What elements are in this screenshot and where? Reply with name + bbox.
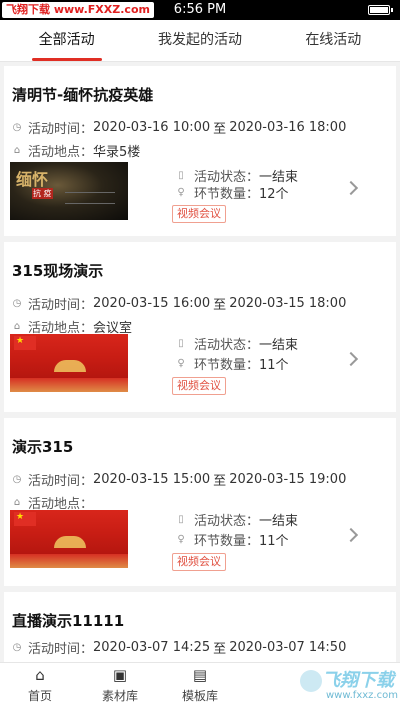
bulb-icon: ♀ [177,534,185,545]
place-label: 活动地点： [28,145,94,160]
thumbnail-decoration [65,192,115,204]
template-icon: ▤ [192,666,208,684]
archive-icon: ▣ [112,666,128,684]
activity-time-row: ◷ 活动时间： 2020-03-07 14:25 至 2020-03-07 14… [12,638,347,657]
activity-time-row: ◷ 活动时间： 2020-03-15 16:00 至 2020-03-15 18… [12,294,347,313]
start-time: 2020-03-16 10:00 [93,120,211,135]
video-meeting-badge: 视频会议 [172,553,226,571]
logo-url: www.fxxz.com [326,690,398,701]
activity-card[interactable]: 演示315 ◷ 活动时间： 2020-03-15 15:00 至 2020-03… [4,418,396,586]
status-value: 一结束 [259,514,299,529]
nav-materials[interactable]: ▣ 素材库 [80,663,160,711]
home-outline-icon: ⌂ [13,496,21,508]
bulb-icon: ♀ [177,358,185,369]
to-label: 至 [213,474,227,489]
chevron-right-icon[interactable] [343,351,359,367]
activity-card[interactable]: 清明节-缅怀抗疫英雄 ◷ 活动时间： 2020-03-16 10:00 至 20… [4,66,396,236]
wave-shape [10,554,128,568]
home-outline-icon: ⌂ [13,320,21,332]
count-value: 11个 [259,358,289,373]
start-time: 2020-03-15 15:00 [93,472,211,487]
count-value: 11个 [259,534,289,549]
chevron-right-icon[interactable] [343,527,359,543]
download-site-logo: 飞翔下载 www.fxxz.com [300,664,398,706]
activity-place-row: ⌂ 活动地点： 华录5楼 [12,141,140,160]
home-outline-icon: ⌂ [13,144,21,156]
thumbnail-calligraphy: 缅怀 [16,170,49,189]
nav-templates-label: 模板库 [181,689,218,703]
count-label: 环节数量： [194,358,260,373]
star-icon: ★ [16,336,25,346]
time-label: 活动时间： [28,642,94,657]
clipboard-icon: ▯ [178,170,184,181]
clock-icon: ◷ [12,297,22,309]
end-time: 2020-03-16 18:00 [229,120,347,135]
tab-my-activities[interactable]: 我发起的活动 [133,20,266,61]
star-icon: ★ [16,512,25,522]
clock-icon: ◷ [12,473,22,485]
status-time: 6:56 PM [173,2,227,17]
start-time: 2020-03-07 14:25 [93,640,211,655]
start-time: 2020-03-15 16:00 [93,296,211,311]
activity-count-row: ♀ 环节数量： 11个 [176,530,289,549]
count-label: 环节数量： [194,187,260,202]
activity-title: 清明节-缅怀抗疫英雄 [12,86,154,104]
activity-list: 清明节-缅怀抗疫英雄 ◷ 活动时间： 2020-03-16 10:00 至 20… [0,62,400,662]
time-label: 活动时间： [28,474,94,489]
tab-online-activities[interactable]: 在线活动 [267,20,400,61]
time-label: 活动时间： [28,298,94,313]
wave-shape [10,378,128,392]
activity-count-row: ♀ 环节数量： 11个 [176,354,289,373]
activity-status-row: ▯ 活动状态： 一结束 [176,334,298,353]
logo-title: 飞翔下载 [322,670,394,691]
to-label: 至 [213,642,227,657]
to-label: 至 [213,298,227,313]
time-label: 活动时间： [28,122,94,137]
home-icon: ⌂ [35,666,45,684]
status-bar: 飞翔下载 www.FXXZ.com 6:56 PM [0,0,400,20]
nav-templates[interactable]: ▤ 模板库 [160,663,240,711]
status-value: 一结束 [259,338,299,353]
activity-title: 直播演示11111 [12,612,125,630]
bulb-icon: ♀ [177,187,185,198]
activity-card[interactable]: 315现场演示 ◷ 活动时间： 2020-03-15 16:00 至 2020-… [4,242,396,412]
activity-title: 演示315 [12,438,74,456]
activity-card[interactable]: 直播演示11111 ◷ 活动时间： 2020-03-07 14:25 至 202… [4,592,396,662]
status-label: 活动状态： [194,338,260,353]
nav-home-label: 首页 [27,689,52,703]
clipboard-icon: ▯ [178,338,184,349]
activity-count-row: ♀ 环节数量： 12个 [176,183,289,202]
end-time: 2020-03-07 14:50 [229,640,347,655]
clipboard-icon: ▯ [178,514,184,525]
battery-icon [368,5,393,15]
chevron-right-icon[interactable] [343,180,359,196]
logo-emblem [300,670,322,692]
activity-thumbnail: ★ [10,334,128,392]
place-value: 华录5楼 [93,145,141,160]
hall-shape [54,536,86,548]
count-value: 12个 [259,187,289,202]
status-label: 活动状态： [194,514,260,529]
activity-status-row: ▯ 活动状态： 一结束 [176,510,298,529]
activity-time-row: ◷ 活动时间： 2020-03-15 15:00 至 2020-03-15 19… [12,470,347,489]
video-meeting-badge: 视频会议 [172,377,226,395]
activity-thumbnail: ★ [10,510,128,568]
tab-all-activities[interactable]: 全部活动 [0,20,133,61]
count-label: 环节数量： [194,534,260,549]
video-meeting-badge: 视频会议 [172,205,226,223]
thumbnail-seal: 抗 疫 [32,188,53,199]
battery-fill [370,7,388,13]
end-time: 2020-03-15 19:00 [229,472,347,487]
end-time: 2020-03-15 18:00 [229,296,347,311]
activity-tabs: 全部活动 我发起的活动 在线活动 [0,20,400,62]
activity-title: 315现场演示 [12,262,104,280]
to-label: 至 [213,122,227,137]
clock-icon: ◷ [12,121,22,133]
clock-icon: ◷ [12,641,22,653]
nav-materials-label: 素材库 [101,689,138,703]
hall-shape [54,360,86,372]
nav-home[interactable]: ⌂ 首页 [0,663,80,711]
activity-thumbnail: 缅怀 抗 疫 [10,162,128,220]
activity-time-row: ◷ 活动时间： 2020-03-16 10:00 至 2020-03-16 18… [12,118,347,137]
